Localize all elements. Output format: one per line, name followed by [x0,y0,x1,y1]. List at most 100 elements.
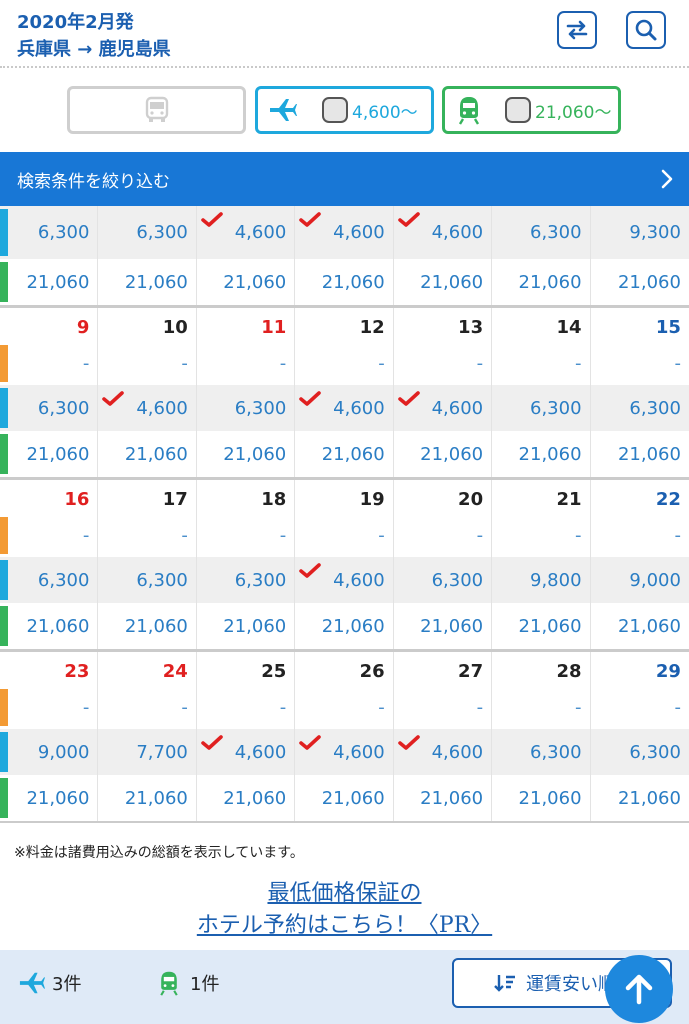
pr-line-1[interactable]: 最低価格保証の [267,881,421,906]
date-cell: 20 [394,480,493,514]
rail-price-cell[interactable]: 21,060 [197,431,296,477]
date-cell: 25 [197,652,296,686]
rail-price-cell[interactable]: 21,060 [98,431,197,477]
plane-icon [19,972,45,994]
rail-price-cell[interactable]: 21,060 [492,775,591,821]
air-price-cell[interactable]: 4,600 [295,206,394,259]
air-price-cell[interactable]: 6,300 [591,385,689,431]
bus-price-cell: - [591,686,689,729]
air-price-cell[interactable]: 4,600 [197,206,296,259]
date-header-row: 9 10 11 12 13 14 15 [0,305,689,342]
air-price-cell[interactable]: 9,000 [0,729,99,775]
air-price-cell[interactable]: 6,300 [0,206,99,259]
rail-price-cell[interactable]: 21,060 [295,259,394,305]
air-price-cell[interactable]: 4,600 [394,729,493,775]
refine-search-bar[interactable]: 検索条件を絞り込む [0,152,689,206]
air-price-cell[interactable]: 6,300 [197,557,296,603]
date-header-row: 23 24 25 26 27 28 29 [0,649,689,686]
date-label: 22 [655,489,681,510]
rail-mode-toggle[interactable]: 21,060〜 [442,86,621,134]
rail-price-cell[interactable]: 21,060 [591,431,689,477]
air-price-cell[interactable]: 6,300 [0,557,99,603]
rail-price-cell[interactable]: 21,060 [394,431,493,477]
train-icon [458,97,480,125]
rail-price-cell[interactable]: 21,060 [394,775,493,821]
rail-price-cell[interactable]: 21,060 [295,775,394,821]
rail-price-cell[interactable]: 21,060 [0,775,99,821]
rail-price-cell[interactable]: 21,060 [591,603,689,649]
bus-price: - [674,525,681,546]
rail-price-cell[interactable]: 21,060 [492,259,591,305]
rail-price: 21,060 [617,271,681,293]
air-price: 6,300 [530,397,582,419]
rail-price-cell[interactable]: 21,060 [98,603,197,649]
air-price-cell[interactable]: 4,600 [197,729,296,775]
air-price-cell[interactable]: 6,300 [98,557,197,603]
air-price-cell[interactable]: 4,600 [295,557,394,603]
rail-price-cell[interactable]: 21,060 [591,775,689,821]
rail-price-cell[interactable]: 21,060 [0,431,99,477]
rail-price: 21,060 [321,443,385,465]
bus-price: - [378,525,385,546]
air-price-cell[interactable]: 6,300 [98,206,197,259]
air-price-cell[interactable]: 4,600 [295,385,394,431]
bus-price: - [674,353,681,374]
air-price-cell[interactable]: 9,800 [492,557,591,603]
rail-price-cell[interactable]: 21,060 [197,259,296,305]
rail-price-cell[interactable]: 21,060 [197,775,296,821]
pr-line-2[interactable]: ホテル予約はこちら！〈PR〉 [197,913,492,938]
air-price: 9,800 [530,569,582,591]
air-price-cell[interactable]: 6,300 [0,385,99,431]
air-price: 6,300 [431,569,484,591]
rail-price-cell[interactable]: 21,060 [295,431,394,477]
air-price-cell[interactable]: 4,600 [295,729,394,775]
rail-price-cell[interactable]: 21,060 [394,259,493,305]
rail-price-cell[interactable]: 21,060 [98,775,197,821]
bus-price-cell: - [98,342,197,385]
air-price-cell[interactable]: 9,000 [591,557,689,603]
rail-price-cell[interactable]: 21,060 [591,259,689,305]
air-price-cell[interactable]: 6,300 [394,557,493,603]
rail-price-row: 21,060 21,060 21,060 21,060 21,060 21,060 21,0… [0,259,689,305]
rail-price: 21,060 [124,271,188,293]
rail-price-cell[interactable]: 21,060 [197,603,296,649]
rail-price: 21,060 [420,271,484,293]
hotel-pr-link[interactable]: 最低価格保証の ホテル予約はこちら！〈PR〉 [0,878,689,942]
air-mode-toggle[interactable]: 4,600〜 [255,86,434,134]
rail-price-cell[interactable]: 21,060 [0,259,99,305]
checkmark-icon [299,391,322,406]
bus-price-cell: - [197,342,296,385]
air-price-cell[interactable]: 4,600 [98,385,197,431]
checkmark-icon [299,735,322,750]
scroll-top-button[interactable] [605,955,673,1023]
air-price-cell[interactable]: 4,600 [394,385,493,431]
air-price-cell[interactable]: 6,300 [492,729,591,775]
rail-checkbox[interactable] [505,97,531,123]
bus-price: - [82,353,90,374]
rail-price-cell[interactable]: 21,060 [98,259,197,305]
air-price-cell[interactable]: 6,300 [492,206,591,259]
rail-price-cell[interactable]: 21,060 [0,603,99,649]
air-price-cell[interactable]: 7,700 [98,729,197,775]
bus-price: - [279,697,287,718]
air-price-cell[interactable]: 6,300 [492,385,591,431]
rail-price-cell[interactable]: 21,060 [492,603,591,649]
bus-mode-toggle[interactable] [67,86,246,134]
air-checkbox[interactable] [322,97,348,123]
page-header: 2020年2月発 兵庫県 → 鹿児島県 [0,0,689,68]
rail-price: 21,060 [321,787,385,809]
air-price-cell[interactable]: 6,300 [197,385,296,431]
air-price-cell[interactable]: 4,600 [394,206,493,259]
swap-route-button[interactable] [557,11,597,49]
checkmark-icon [397,212,420,227]
rail-price-cell[interactable]: 21,060 [394,603,493,649]
air-price-cell[interactable]: 6,300 [591,729,689,775]
bus-icon [145,96,168,122]
refine-search-label: 検索条件を絞り込む [17,171,170,192]
bus-price: - [378,353,385,374]
rail-price-cell[interactable]: 21,060 [492,431,591,477]
rail-price-cell[interactable]: 21,060 [295,603,394,649]
search-button[interactable] [626,11,666,49]
date-label: 15 [655,317,681,338]
air-price-cell[interactable]: 9,300 [591,206,689,259]
